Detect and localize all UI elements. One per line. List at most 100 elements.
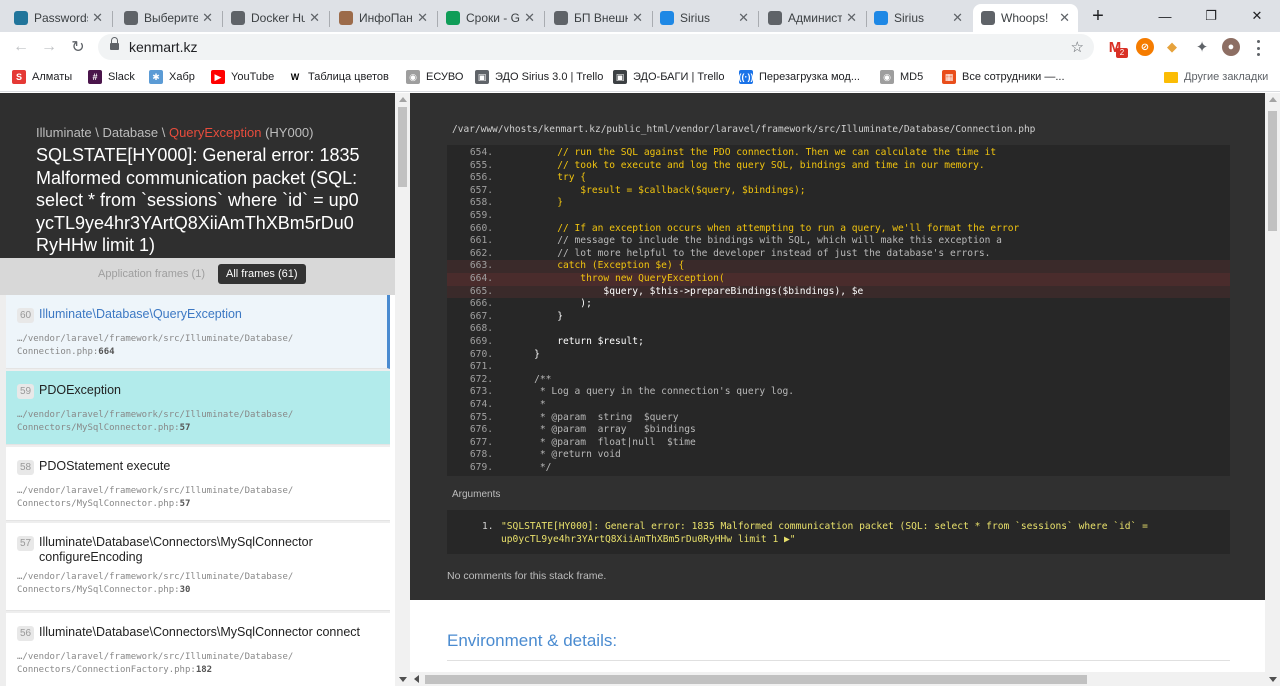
exception-message: SQLSTATE[HY000]: General error: 1835 Mal… — [36, 145, 360, 255]
scroll-up-icon[interactable] — [399, 97, 407, 102]
line-number: 669. — [469, 336, 493, 347]
page-scrollbar[interactable] — [1265, 93, 1280, 686]
address-url[interactable]: kenmart.kz — [129, 39, 197, 55]
application-frames-button[interactable]: Application frames (1) — [90, 264, 213, 284]
line-number: 659. — [469, 210, 493, 221]
bear-extension-icon[interactable]: ◆ — [1163, 38, 1181, 56]
bookmark-item[interactable]: ▶ YouTube — [211, 68, 274, 86]
bookmark-star-icon[interactable]: ☆ — [1071, 38, 1084, 56]
left-scrollbar[interactable] — [395, 93, 410, 686]
bookmark-item[interactable]: W Таблица цветов — [288, 68, 389, 86]
line-number: 679. — [469, 462, 493, 473]
bookmark-item[interactable]: ◉ MD5 — [880, 68, 923, 86]
scroll-thumb[interactable] — [398, 107, 407, 187]
close-tab-icon[interactable]: ✕ — [1059, 10, 1070, 26]
arguments-block: 1. "SQLSTATE[HY000]: General error: 1835… — [447, 510, 1230, 554]
line-number: 663. — [469, 260, 493, 272]
tab-10[interactable]: Whoops! ✕ — [973, 4, 1078, 32]
all-frames-button[interactable]: All frames (61) — [218, 264, 306, 284]
globe-icon — [981, 11, 995, 25]
code-line: 657. $result = $callback($query, $bindin… — [447, 185, 1230, 198]
tab-title: Passwords — [34, 11, 89, 25]
scroll-thumb[interactable] — [1268, 111, 1277, 231]
stack-frame[interactable]: 56 Illuminate\Database\Connectors\MySqlCo… — [6, 613, 390, 686]
tab-7[interactable]: Sirius ✕ — [652, 4, 757, 32]
close-tab-icon[interactable]: ✕ — [309, 10, 320, 26]
horizontal-scrollbar[interactable] — [410, 672, 1265, 686]
bookmark-label: Другие закладки — [1184, 71, 1269, 83]
close-tab-icon[interactable]: ✕ — [632, 10, 643, 26]
close-window-button[interactable]: ✕ — [1234, 0, 1280, 32]
bookmark-icon: ✱ — [149, 70, 163, 84]
code-line: 663. catch (Exception $e) { — [447, 260, 1230, 273]
close-tab-icon[interactable]: ✕ — [738, 10, 749, 26]
scroll-left-icon[interactable] — [414, 675, 419, 683]
tab-1[interactable]: Passwords ✕ — [6, 4, 111, 32]
maximize-button[interactable]: ❐ — [1188, 0, 1234, 32]
bookmark-item[interactable]: # Slack — [88, 68, 135, 86]
stack-frame[interactable]: 60 Illuminate\Database\QueryException …/ve… — [6, 295, 390, 369]
code-line: 671. — [447, 361, 1230, 374]
address-bar[interactable]: kenmart.kz ☆ — [98, 34, 1094, 60]
bookmark-item[interactable]: ▣ ЭДО Sirius 3.0 | Trello — [475, 68, 603, 86]
code-line: 656. try { — [447, 172, 1230, 185]
close-tab-icon[interactable]: ✕ — [524, 10, 535, 26]
back-button[interactable]: ← — [10, 36, 32, 58]
bookmark-item[interactable]: ((·)) Перезагрузка мод... — [739, 68, 860, 86]
close-tab-icon[interactable]: ✕ — [952, 10, 963, 26]
bookmark-label: ЭДО-БАГИ | Trello — [633, 71, 725, 83]
bookmark-label: Все сотрудники —... — [962, 71, 1065, 83]
bookmark-item[interactable]: ▣ ЭДО-БАГИ | Trello — [613, 68, 724, 86]
bookmark-item[interactable]: ▦ Все сотрудники —... — [942, 68, 1065, 86]
close-tab-icon[interactable]: ✕ — [202, 10, 213, 26]
bookmark-icon: ((·)) — [738, 70, 754, 84]
tab-4[interactable]: ИнфоПанель ✕ — [331, 4, 436, 32]
minimize-button[interactable]: — — [1142, 0, 1188, 32]
scroll-thumb[interactable] — [425, 675, 1087, 684]
line-number: 665. — [469, 285, 493, 297]
close-tab-icon[interactable]: ✕ — [417, 10, 428, 26]
tab-5[interactable]: Сроки - Google Таблицы ✕ — [438, 4, 543, 32]
stack-frame[interactable]: 59 PDOException …/vendor/laravel/framework… — [6, 371, 390, 445]
line-number: 660. — [469, 222, 493, 234]
new-tab-button[interactable]: + — [1086, 4, 1110, 28]
scroll-up-icon[interactable] — [1269, 97, 1277, 102]
close-tab-icon[interactable]: ✕ — [92, 10, 103, 26]
frame-number: 60 — [17, 308, 35, 323]
exception-class: Illuminate \ Database \ QueryException (… — [36, 125, 314, 140]
puzzle-icon[interactable]: ✦ — [1193, 38, 1211, 56]
stack-panel: Illuminate \ Database \ QueryException (… — [0, 93, 395, 686]
menu-icon[interactable] — [1257, 40, 1261, 56]
stack-frame[interactable]: 58 PDOStatement execute …/vendor/laravel/f… — [6, 447, 390, 521]
other-bookmarks[interactable]: Другие закладки — [1164, 68, 1268, 86]
exception-header: Illuminate \ Database \ QueryException (… — [0, 93, 395, 258]
code-text: * — [511, 399, 546, 410]
extension-icon[interactable]: ⊘ — [1136, 38, 1154, 56]
argument-number: 1. — [482, 521, 494, 532]
bookmarks-bar: S Алматы # Slack ✱ Хабр ▶ YouTube W Таблица цвето… — [0, 62, 1280, 92]
tab-9[interactable]: Sirius ✕ — [866, 4, 971, 32]
bookmark-label: ЕСУВО — [426, 71, 464, 83]
environment-title: Environment & details: — [447, 631, 618, 650]
tab-title: Администрирование — [788, 11, 843, 25]
no-comments-text: No comments for this stack frame. — [447, 570, 607, 582]
bookmark-item[interactable]: ✱ Хабр — [149, 68, 195, 86]
scroll-down-icon[interactable] — [1269, 677, 1277, 682]
code-text: return $result; — [511, 336, 644, 347]
reload-button[interactable]: ↻ — [67, 36, 89, 58]
bookmark-item[interactable]: ◉ ЕСУВО — [406, 68, 463, 86]
scroll-down-icon[interactable] — [399, 677, 407, 682]
tab-8[interactable]: Администрирование✕ — [760, 4, 865, 32]
forward-button[interactable]: → — [38, 36, 60, 58]
tab-2[interactable]: Выберите ✕ — [116, 4, 221, 32]
bookmark-item[interactable]: S Алматы — [12, 68, 72, 86]
tab-6[interactable]: БП Внешние✕ — [546, 4, 651, 32]
code-line: 678. * @return void — [447, 449, 1230, 462]
profile-avatar[interactable]: ● — [1222, 38, 1240, 56]
file-path[interactable]: /var/www/vhosts/kenmart.kz/public_html/v… — [452, 124, 1035, 135]
tab-3[interactable]: Docker Hub✕ — [223, 4, 328, 32]
stack-frame[interactable]: 57 Illuminate\Database\Connectors\MySqlCo… — [6, 523, 390, 611]
argument-value[interactable]: "SQLSTATE[HY000]: General error: 1835 Ma… — [501, 520, 1221, 546]
wordpress-icon — [14, 11, 28, 25]
close-tab-icon[interactable]: ✕ — [846, 10, 857, 26]
